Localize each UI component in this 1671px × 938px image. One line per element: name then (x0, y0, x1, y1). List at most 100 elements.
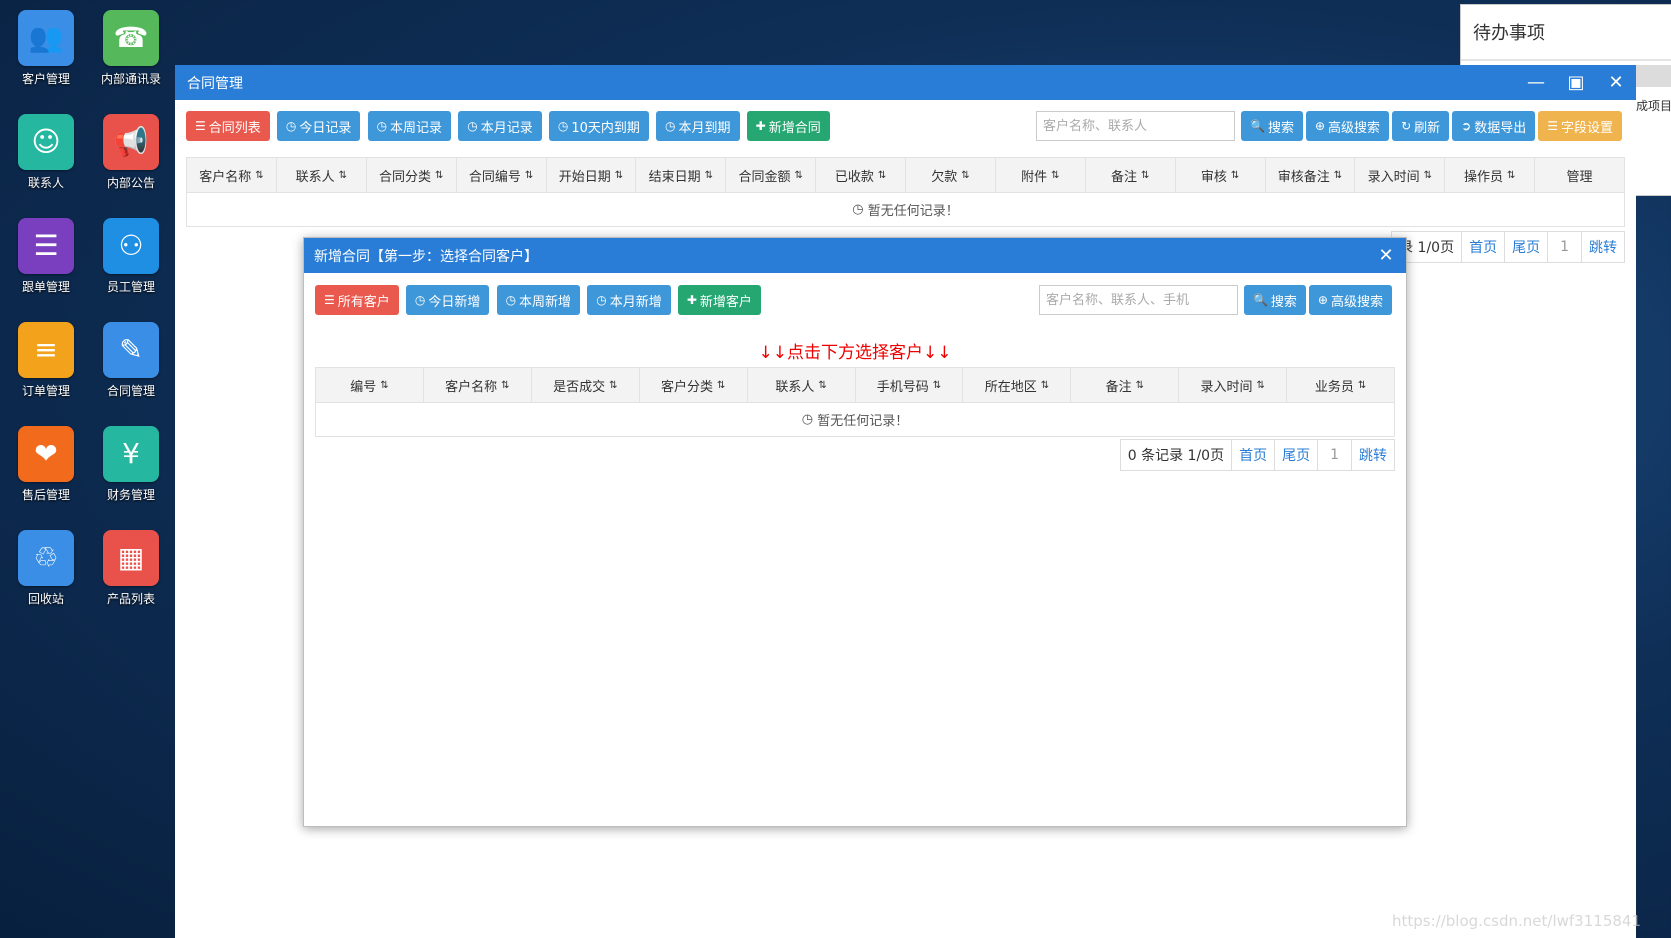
contract-icon: ✎ (103, 322, 159, 378)
main-right-tools: 🔍搜索 ⊕高级搜索 ↻刷新 ➲数据导出 ☰字段设置 (1036, 111, 1625, 141)
page-number[interactable]: 1 (1548, 232, 1582, 262)
jump-link[interactable]: 跳转 (1352, 440, 1394, 470)
close-icon[interactable]: ✕ (1366, 245, 1406, 266)
expire-10days-button[interactable]: ◷ 10天内到期 (548, 111, 649, 141)
desktop-icon-users[interactable]: 👥 客户管理 (6, 10, 86, 87)
clock-icon: ◷ (665, 119, 676, 133)
maximize-icon[interactable]: ▣ (1556, 72, 1596, 93)
column-header[interactable]: 联系人 ⇅ (748, 368, 856, 402)
column-header[interactable]: 合同金额 ⇅ (726, 158, 817, 192)
desktop-icon-label: 员工管理 (106, 280, 155, 294)
dialog-right-tools: 🔍搜索 ⊕高级搜索 (1038, 285, 1395, 315)
desktop-icon-yen[interactable]: ¥ 财务管理 (91, 426, 171, 503)
contract-search-input[interactable] (1036, 111, 1236, 141)
search-button[interactable]: 🔍 搜索 (1241, 111, 1303, 141)
close-icon[interactable]: ✕ (1596, 72, 1636, 93)
column-header[interactable]: 编号 ⇅ (316, 368, 424, 402)
dialog-advanced-search-button[interactable]: ⊕ 高级搜索 (1308, 285, 1392, 315)
column-header[interactable]: 合同分类 ⇅ (367, 158, 457, 192)
month-records-button[interactable]: ◷ 本月记录 (458, 111, 542, 141)
column-header[interactable]: 操作员 ⇅ (1445, 158, 1536, 192)
column-header[interactable]: 是否成交 ⇅ (532, 368, 640, 402)
badge-icon: ⚇ (103, 218, 159, 274)
sort-icon: ⇅ (338, 169, 348, 181)
desktop-icon-notebook[interactable]: ☰ 跟单管理 (6, 218, 86, 295)
column-header[interactable]: 欠款 ⇅ (906, 158, 996, 192)
new-contract-dialog: 新增合同【第一步：选择合同客户】 ✕ ☰ 所有客户 ◷ 今日新增 ◷ 本周新增 ◷ 本月… (303, 237, 1407, 827)
column-header[interactable]: 客户名称 ⇅ (424, 368, 532, 402)
dialog-search-button[interactable]: 🔍 搜索 (1243, 285, 1306, 315)
sort-icon: ⇅ (1141, 169, 1150, 181)
today-records-button[interactable]: ◷ 今日记录 (276, 111, 361, 141)
today-new-button[interactable]: ◷ 今日新增 (405, 285, 490, 315)
sort-icon: ⇅ (716, 379, 726, 391)
first-page-link[interactable]: 首页 (1462, 232, 1506, 262)
sort-icon: ⇅ (1423, 169, 1433, 181)
column-header[interactable]: 结束日期 ⇅ (636, 158, 727, 192)
watermark: https://blog.csdn.net/lwf3115841 (1392, 912, 1641, 930)
clock-icon: ◷ (852, 202, 868, 217)
desktop-icon-label: 客户管理 (21, 72, 70, 86)
desktop-icon-contract[interactable]: ✎ 合同管理 (91, 322, 171, 399)
sort-icon: ⇅ (794, 169, 803, 181)
sort-icon: ⇅ (818, 379, 827, 391)
expire-month-button[interactable]: ◷ 本月到期 (656, 111, 740, 141)
customer-search-input[interactable] (1038, 285, 1238, 315)
contract-list-button[interactable]: ☰ 合同列表 (186, 111, 270, 141)
column-header[interactable]: 合同编号 ⇅ (457, 158, 547, 192)
month-new-button[interactable]: ◷ 本月新增 (587, 285, 671, 315)
column-header[interactable]: 客户名称 ⇅ (187, 158, 277, 192)
advanced-search-button[interactable]: ⊕ 高级搜索 (1305, 111, 1390, 141)
last-page-link[interactable]: 尾页 (1275, 440, 1319, 470)
last-page-link[interactable]: 尾页 (1505, 232, 1549, 262)
desktop-icon-phonebook[interactable]: ☎ 内部通讯录 (91, 10, 171, 87)
desktop-icon-megaphone[interactable]: 📢 内部公告 (91, 114, 171, 191)
column-header[interactable]: 审核备注 ⇅ (1266, 158, 1356, 192)
week-new-button[interactable]: ◷ 本周新增 (496, 285, 581, 315)
desktop-icon-trash[interactable]: ♲ 回收站 (6, 530, 86, 607)
column-header[interactable]: 附件 ⇅ (996, 158, 1086, 192)
desktop-icon-grid[interactable]: ▦ 产品列表 (91, 530, 171, 607)
desktop-icon-label: 售后管理 (21, 488, 70, 502)
column-header[interactable]: 已收款 ⇅ (816, 158, 906, 192)
column-header[interactable]: 管理 (1535, 158, 1624, 192)
empty-message: ◷ 暂无任何记录！ (852, 202, 959, 219)
zoom-icon: ⊕ (1317, 293, 1328, 307)
list-icon: ≡ (18, 322, 74, 378)
column-header[interactable]: 手机号码 ⇅ (856, 368, 964, 402)
page-number[interactable]: 1 (1318, 440, 1352, 470)
pager-summary: 0 条记录 1/0页 (1121, 440, 1233, 470)
field-settings-button[interactable]: ☰ 字段设置 (1538, 111, 1622, 141)
refresh-button[interactable]: ↻ 刷新 (1392, 111, 1450, 141)
export-button[interactable]: ➲ 数据导出 (1452, 111, 1536, 141)
column-header[interactable]: 备注 ⇅ (1071, 368, 1180, 402)
add-contract-button[interactable]: ✚ 新增合同 (746, 111, 830, 141)
desktop-icon-contact[interactable]: ☺ 联系人 (6, 114, 86, 191)
column-header[interactable]: 联系人 ⇅ (277, 158, 367, 192)
column-header[interactable]: 业务员 ⇅ (1287, 368, 1394, 402)
desktop-icon-list[interactable]: ≡ 订单管理 (6, 322, 86, 399)
column-header[interactable]: 客户分类 ⇅ (640, 368, 748, 402)
contract-table-header: 客户名称 ⇅ 联系人 ⇅ 合同分类 ⇅ 合同编号 ⇅ 开始日期 ⇅ 结束日期 ⇅ 合同金额 ⇅ 已收款 ⇅ 欠款… (187, 158, 1624, 193)
todo-side-text: 成项目 (1635, 99, 1671, 113)
jump-link[interactable]: 跳转 (1582, 232, 1624, 262)
all-customers-button[interactable]: ☰ 所有客户 (315, 285, 399, 315)
column-header[interactable]: 审核 ⇅ (1176, 158, 1266, 192)
column-header[interactable]: 开始日期 ⇅ (547, 158, 637, 192)
customer-table-header: 编号 ⇅ 客户名称 ⇅ 是否成交 ⇅ 客户分类 ⇅ 联系人 ⇅ 手机号码 ⇅ 所在地区 ⇅ 备注 ⇅ 录入时间 ⇅… (316, 368, 1394, 403)
notebook-icon: ☰ (18, 218, 74, 274)
first-page-link[interactable]: 首页 (1232, 440, 1276, 470)
desktop-icon-label: 内部通讯录 (100, 72, 161, 86)
column-header[interactable]: 备注 ⇅ (1086, 158, 1176, 192)
desktop-icon-badge[interactable]: ⚇ 员工管理 (91, 218, 171, 295)
minimize-icon[interactable]: — (1516, 72, 1556, 93)
column-header[interactable]: 所在地区 ⇅ (963, 368, 1072, 402)
add-customer-button[interactable]: ✚ 新增客户 (677, 285, 761, 315)
desktop-icon-handshake[interactable]: ❤ 售后管理 (6, 426, 86, 503)
desktop-icon-label: 内部公告 (106, 176, 155, 190)
column-header[interactable]: 录入时间 ⇅ (1179, 368, 1288, 402)
dialog-header: 新增合同【第一步：选择合同客户】 ✕ (304, 238, 1406, 273)
week-records-button[interactable]: ◷ 本周记录 (367, 111, 452, 141)
plus-icon: ✚ (686, 293, 697, 307)
column-header[interactable]: 录入时间 ⇅ (1355, 158, 1446, 192)
